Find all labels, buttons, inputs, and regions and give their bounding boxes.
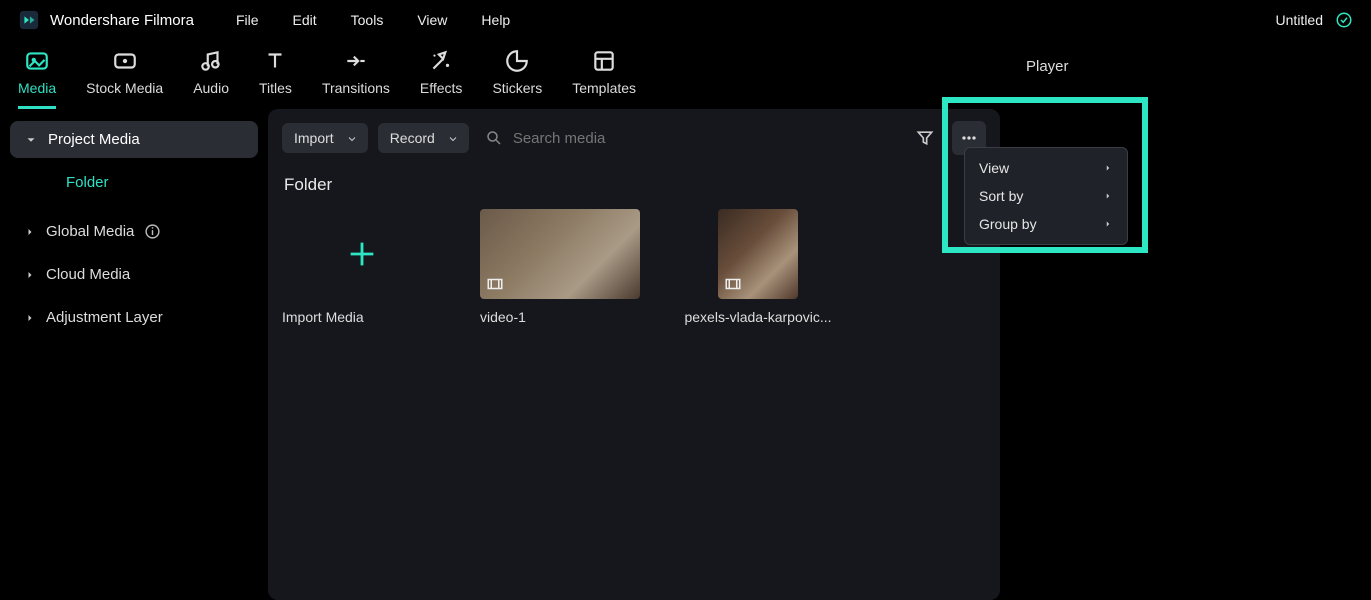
menu-view[interactable]: View xyxy=(417,12,447,28)
video-clip-icon xyxy=(724,275,742,293)
menu-edit[interactable]: Edit xyxy=(293,12,317,28)
tab-label: Stock Media xyxy=(86,80,163,96)
chevron-right-icon xyxy=(1103,163,1113,173)
tab-label: Effects xyxy=(420,80,463,96)
sidebar-item-adjustment-layer[interactable]: Adjustment Layer xyxy=(10,299,258,336)
chevron-down-icon xyxy=(447,133,457,143)
audio-icon xyxy=(198,48,224,74)
context-menu: View Sort by Group by xyxy=(964,147,1128,245)
record-label: Record xyxy=(390,130,435,146)
media-icon xyxy=(24,48,50,74)
sidebar-item-cloud-media[interactable]: Cloud Media xyxy=(10,256,258,293)
tab-stickers[interactable]: Stickers xyxy=(492,48,542,109)
stock-media-icon xyxy=(112,48,138,74)
ctx-item-view[interactable]: View xyxy=(965,154,1127,182)
chevron-right-icon xyxy=(1103,191,1113,201)
ctx-label: Group by xyxy=(979,216,1037,232)
templates-icon xyxy=(591,48,617,74)
sidebar: Project Media Folder Global Media Cloud … xyxy=(0,109,268,600)
project-title: Untitled xyxy=(1276,12,1323,28)
menu-file[interactable]: File xyxy=(236,12,259,28)
tab-effects[interactable]: Effects xyxy=(420,48,463,109)
transitions-icon xyxy=(343,48,369,74)
import-label: Import xyxy=(294,130,334,146)
sidebar-item-project-media[interactable]: Project Media xyxy=(10,121,258,158)
chevron-down-icon xyxy=(346,133,356,143)
saved-check-icon xyxy=(1335,11,1353,29)
search-icon xyxy=(485,129,503,147)
chevron-right-icon xyxy=(24,269,36,281)
media-grid: Import Media video-1 pexels-vlada-karpov… xyxy=(282,209,986,325)
menubar: File Edit Tools View Help xyxy=(236,12,510,28)
ctx-label: View xyxy=(979,160,1009,176)
thumb-caption: Import Media xyxy=(282,309,364,325)
filter-button[interactable] xyxy=(908,121,942,155)
app-logo-icon xyxy=(18,9,40,31)
stickers-icon xyxy=(504,48,530,74)
sidebar-item-label: Project Media xyxy=(48,131,140,148)
import-dropdown[interactable]: Import xyxy=(282,123,368,153)
ctx-item-sort-by[interactable]: Sort by xyxy=(965,182,1127,210)
sidebar-item-label: Adjustment Layer xyxy=(46,309,163,326)
tab-label: Stickers xyxy=(492,80,542,96)
tab-label: Templates xyxy=(572,80,636,96)
app-name: Wondershare Filmora xyxy=(50,12,194,29)
tab-transitions[interactable]: Transitions xyxy=(322,48,390,109)
record-dropdown[interactable]: Record xyxy=(378,123,469,153)
sidebar-item-label: Global Media xyxy=(46,223,134,240)
sidebar-item-label: Folder xyxy=(66,174,109,191)
chevron-down-icon xyxy=(24,133,38,147)
sidebar-item-label: Cloud Media xyxy=(46,266,130,283)
media-item-video1[interactable]: video-1 xyxy=(480,209,640,325)
video-clip-icon xyxy=(486,275,504,293)
tab-audio[interactable]: Audio xyxy=(193,48,229,109)
thumb-caption: video-1 xyxy=(480,309,526,325)
sidebar-item-global-media[interactable]: Global Media xyxy=(10,213,258,250)
plus-icon xyxy=(345,237,379,271)
tab-templates[interactable]: Templates xyxy=(572,48,636,109)
menu-help[interactable]: Help xyxy=(481,12,510,28)
tab-label: Transitions xyxy=(322,80,390,96)
chevron-right-icon xyxy=(1103,219,1113,229)
menu-tools[interactable]: Tools xyxy=(351,12,384,28)
tab-label: Audio xyxy=(193,80,229,96)
thumb-caption: pexels-vlada-karpovic... xyxy=(684,309,831,325)
info-icon xyxy=(144,223,161,240)
titles-icon xyxy=(262,48,288,74)
section-folder-label: Folder xyxy=(284,175,984,195)
player-label: Player xyxy=(1026,58,1353,75)
tab-stock-media[interactable]: Stock Media xyxy=(86,48,163,109)
import-media-tile[interactable]: Import Media xyxy=(282,209,442,325)
tab-label: Media xyxy=(18,80,56,96)
tab-label: Titles xyxy=(259,80,292,96)
effects-icon xyxy=(428,48,454,74)
titlebar: Wondershare Filmora File Edit Tools View… xyxy=(0,0,1371,40)
search-input[interactable] xyxy=(513,130,892,147)
tab-media[interactable]: Media xyxy=(18,48,56,109)
media-toolbar: Import Record xyxy=(282,121,986,155)
media-panel: Import Record xyxy=(268,109,1000,600)
media-item-video2[interactable]: pexels-vlada-karpovic... xyxy=(678,209,838,325)
filter-icon xyxy=(915,128,935,148)
tabstrip: Media Stock Media Audio Titles xyxy=(0,40,1008,109)
ctx-item-group-by[interactable]: Group by xyxy=(965,210,1127,238)
sidebar-item-folder[interactable]: Folder xyxy=(10,166,258,199)
ctx-label: Sort by xyxy=(979,188,1023,204)
chevron-right-icon xyxy=(24,312,36,324)
search-field[interactable] xyxy=(479,125,898,151)
tab-titles[interactable]: Titles xyxy=(259,48,292,109)
chevron-right-icon xyxy=(24,226,36,238)
